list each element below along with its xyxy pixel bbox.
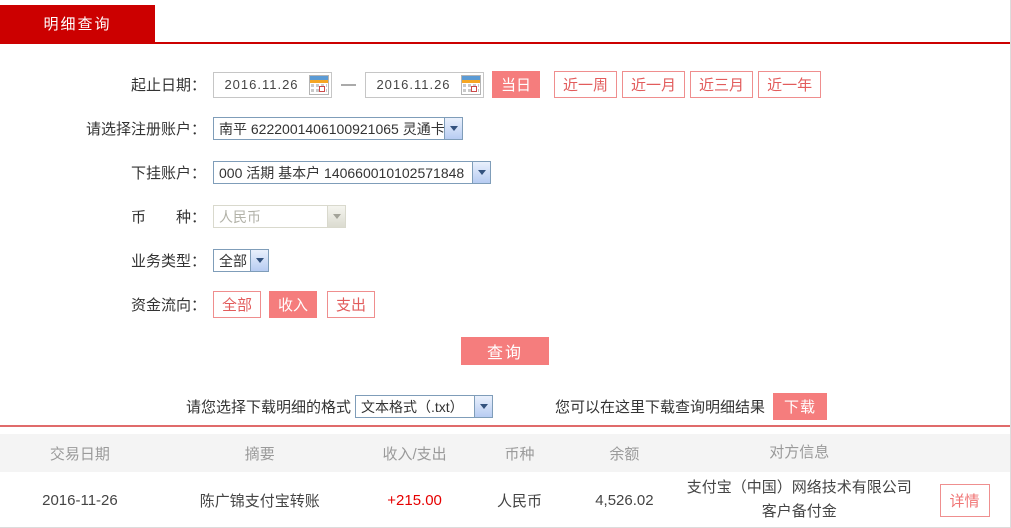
cell-actions: 详情 (919, 484, 1010, 517)
currency-select: 人民币 (213, 205, 346, 228)
query-button-row: 查询 (0, 337, 1010, 365)
form-row-currency: 币 种： 人民币 (0, 203, 1010, 230)
header-summary: 摘要 (160, 443, 360, 464)
query-form: 起止日期： 2016.11.26 — 2016.11.26 当日 近一周 近一月… (0, 44, 1010, 420)
download-hint: 您可以在这里下载查询明细结果 (555, 396, 765, 417)
download-format-value: 文本格式（.txt） (356, 397, 474, 417)
table-row: 2016-11-26 陈广锦支付宝转账 +215.00 人民币 4,526.02… (0, 472, 1010, 528)
quick-range-month-button[interactable]: 近一月 (622, 71, 685, 98)
quick-range-today-button[interactable]: 当日 (492, 71, 540, 98)
detail-button[interactable]: 详情 (940, 484, 990, 517)
business-type-select[interactable]: 全部 (213, 249, 269, 272)
form-row-register-account: 请选择注册账户： 南平 6222001406100921065 灵通卡 (0, 115, 1010, 142)
fund-flow-income-button[interactable]: 收入 (269, 291, 317, 318)
register-account-label: 请选择注册账户： (0, 118, 206, 139)
register-account-select[interactable]: 南平 6222001406100921065 灵通卡 (213, 117, 463, 140)
header-income-expense: 收入/支出 (360, 443, 470, 464)
business-type-value: 全部 (214, 251, 250, 271)
end-date-input[interactable]: 2016.11.26 (365, 72, 484, 98)
download-button[interactable]: 下载 (773, 393, 827, 420)
cell-summary: 陈广锦支付宝转账 (160, 490, 360, 511)
calendar-icon[interactable] (309, 75, 329, 95)
date-range-label: 起止日期： (0, 74, 206, 95)
business-type-label: 业务类型： (0, 250, 206, 271)
header-balance: 余额 (569, 443, 679, 464)
cell-trade-date: 2016-11-26 (0, 492, 160, 509)
form-row-dates: 起止日期： 2016.11.26 — 2016.11.26 当日 近一周 近一月… (0, 71, 1010, 98)
form-row-fund-flow: 资金流向： 全部 收入 支出 (0, 291, 1010, 318)
table-divider (0, 425, 1010, 427)
tab-detail-query[interactable]: 明细查询 (0, 5, 155, 42)
chevron-down-icon (327, 206, 345, 227)
download-format-label: 请您选择下载明细的格式 (186, 396, 351, 417)
currency-label: 币 种： (0, 206, 206, 227)
date-separator: — (341, 76, 356, 93)
cell-currency: 人民币 (470, 490, 570, 511)
form-row-business-type: 业务类型： 全部 (0, 247, 1010, 274)
download-format-select[interactable]: 文本格式（.txt） (355, 395, 493, 418)
quick-range-week-button[interactable]: 近一周 (554, 71, 617, 98)
chevron-down-icon (472, 162, 490, 183)
table-header: 交易日期 摘要 收入/支出 币种 余额 对方信息 (0, 434, 1010, 472)
cell-balance: 4,526.02 (569, 492, 679, 509)
start-date-input[interactable]: 2016.11.26 (213, 72, 332, 98)
quick-range-quarter-button[interactable]: 近三月 (690, 71, 753, 98)
chevron-down-icon (444, 118, 462, 139)
detail-query-page: 明细查询 起止日期： 2016.11.26 — 2016.11.26 当日 近一… (0, 0, 1011, 528)
sub-account-label: 下挂账户： (0, 162, 206, 183)
start-date-value: 2016.11.26 (214, 77, 309, 92)
chevron-down-icon (474, 396, 492, 417)
tab-bar: 明细查询 (0, 0, 1010, 44)
header-currency: 币种 (470, 443, 570, 464)
header-trade-date: 交易日期 (0, 443, 160, 464)
header-counterparty: 对方信息 (679, 437, 919, 469)
form-row-sub-account: 下挂账户： 000 活期 基本户 140660010102571848 (0, 159, 1010, 186)
fund-flow-all-button[interactable]: 全部 (213, 291, 261, 318)
currency-value: 人民币 (214, 207, 327, 227)
fund-flow-label: 资金流向： (0, 294, 206, 315)
sub-account-select[interactable]: 000 活期 基本户 140660010102571848 (213, 161, 491, 184)
download-row: 请您选择下载明细的格式 文本格式（.txt） 您可以在这里下载查询明细结果 下载 (186, 393, 1010, 420)
end-date-value: 2016.11.26 (366, 77, 461, 92)
cell-amount: +215.00 (360, 492, 470, 509)
cell-counterparty: 支付宝（中国）网络技术有限公司客户备付金 (679, 472, 919, 528)
quick-range-year-button[interactable]: 近一年 (758, 71, 821, 98)
fund-flow-expense-button[interactable]: 支出 (327, 291, 375, 318)
query-button[interactable]: 查询 (461, 337, 549, 365)
register-account-value: 南平 6222001406100921065 灵通卡 (214, 119, 444, 139)
chevron-down-icon (250, 250, 268, 271)
calendar-icon[interactable] (461, 75, 481, 95)
sub-account-value: 000 活期 基本户 140660010102571848 (214, 163, 472, 183)
